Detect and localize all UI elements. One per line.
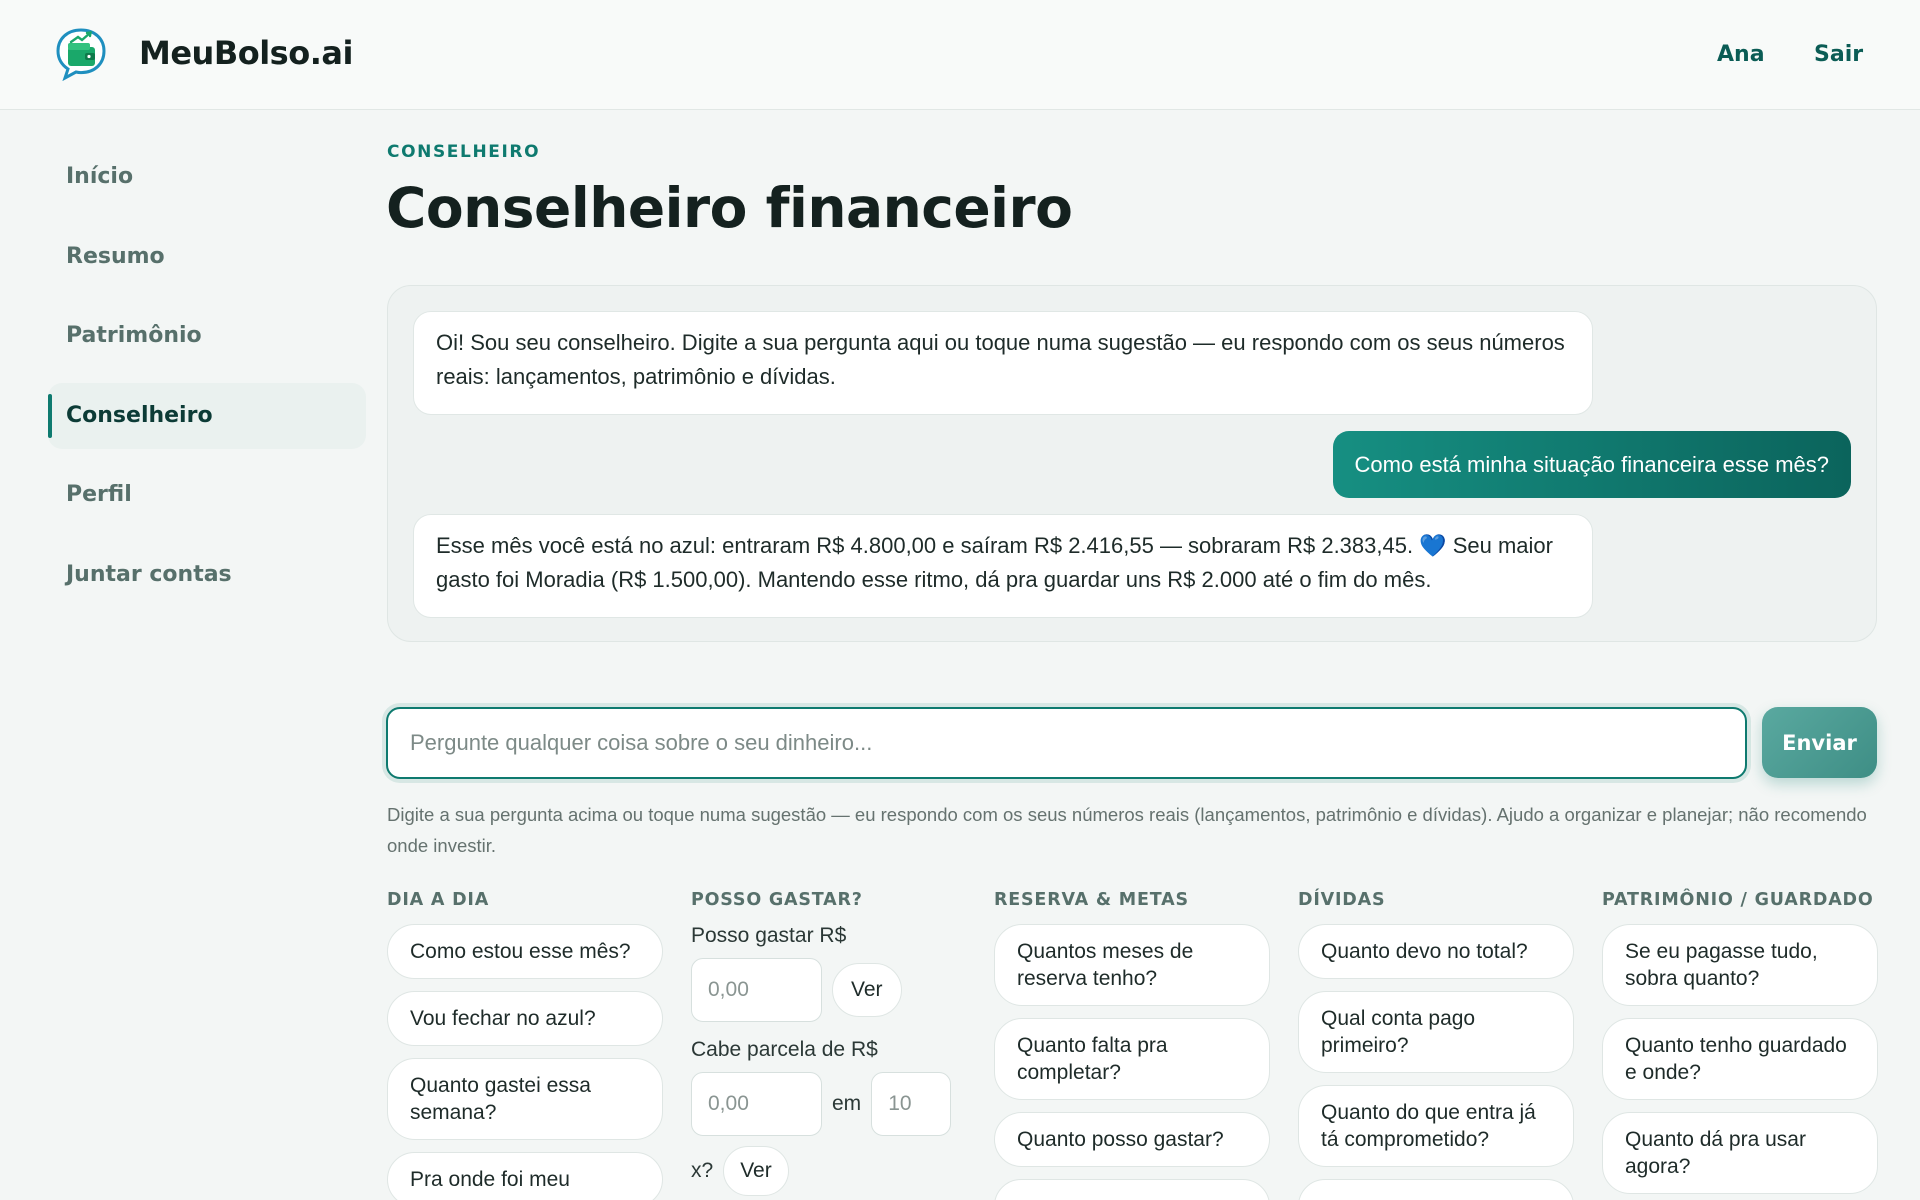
sidebar-item-patrimonio[interactable]: Patrimônio	[48, 303, 366, 369]
installment-amount-input[interactable]	[691, 1072, 822, 1136]
spend-check-button[interactable]: Ver	[832, 963, 902, 1017]
suggestion-chip[interactable]: Quanto posso gastar?	[994, 1112, 1270, 1167]
wallet-chat-logo-icon[interactable]	[54, 27, 108, 81]
x-label: x?	[691, 1159, 714, 1182]
page-title: Conselheiro financeiro	[386, 176, 1073, 240]
assistant-message: Esse mês você está no azul: entraram R$ …	[413, 514, 1593, 618]
suggestion-chip[interactable]: Vou fechar no azul?	[387, 991, 663, 1046]
sidebar-item-label: Resumo	[66, 243, 165, 269]
suggestion-chip[interactable]: Quanto dá pra usar agora?	[1602, 1112, 1878, 1194]
sidebar-item-label: Juntar contas	[66, 561, 232, 587]
send-button[interactable]: Enviar	[1762, 707, 1877, 778]
spend-label: Posso gastar R$	[691, 924, 847, 947]
sidebar-item-conselheiro[interactable]: Conselheiro	[48, 382, 366, 449]
help-text: Digite a sua pergunta acima ou toque num…	[387, 804, 1867, 856]
user-link[interactable]: Ana	[1717, 42, 1765, 67]
sidebar-item-label: Início	[66, 164, 134, 189]
suggestion-chip[interactable]: Quanto gastei essa semana?	[387, 1058, 663, 1140]
suggestions-dividas: DÍVIDAS Quanto devo no total? Qual conta…	[1298, 890, 1574, 1200]
suggestion-chip[interactable]	[1298, 1179, 1574, 1200]
suggestion-group-title: DIA A DIA	[387, 890, 490, 910]
suggestions-posso-gastar: POSSO GASTAR? Posso gastar R$ Ver Cabe p…	[691, 890, 967, 1200]
suggestion-chip[interactable]: Quanto tenho guardado e onde?	[1602, 1018, 1878, 1100]
suggestions-patrimonio: PATRIMÔNIO / GUARDADO Se eu pagasse tudo…	[1602, 890, 1878, 1200]
sidebar-item-label: Patrimônio	[66, 323, 202, 348]
suggestion-group-title: POSSO GASTAR?	[691, 890, 863, 910]
sidebar-item-inicio[interactable]: Início	[48, 144, 366, 210]
sidebar-item-perfil[interactable]: Perfil	[48, 462, 366, 528]
message-text: Esse mês você está no azul: entraram R$ …	[436, 533, 1414, 558]
installment-submit-row: x? Ver	[691, 1146, 967, 1196]
suggestions-dia-a-dia: DIA A DIA Como estou esse mês? Vou fecha…	[387, 890, 663, 1200]
installment-count-input[interactable]	[871, 1072, 952, 1136]
page-eyebrow: CONSELHEIRO	[387, 142, 541, 162]
spend-row: Ver	[691, 958, 967, 1022]
sidebar-item-resumo[interactable]: Resumo	[48, 224, 366, 290]
suggestion-group-title: DÍVIDAS	[1298, 890, 1386, 910]
suggestion-chip[interactable]: Quantos meses de reserva tenho?	[994, 924, 1270, 1006]
suggestions-reserva: RESERVA & METAS Quantos meses de reserva…	[994, 890, 1270, 1200]
suggestion-group-title: RESERVA & METAS	[994, 890, 1189, 910]
ask-input[interactable]	[386, 707, 1747, 779]
suggestion-chip[interactable]: Quanto falta pra completar?	[994, 1018, 1270, 1100]
assistant-message: Oi! Sou seu conselheiro. Digite a sua pe…	[413, 311, 1593, 415]
sidebar-item-label: Perfil	[66, 482, 132, 507]
suggestion-chip[interactable]: Se eu pagasse tudo, sobra quanto?	[1602, 924, 1878, 1006]
spend-amount-input[interactable]	[691, 958, 822, 1022]
top-bar: MeuBolso.ai Ana Sair	[0, 0, 1920, 110]
user-message: Como está minha situação financeira esse…	[1332, 431, 1851, 498]
suggestion-chip[interactable]: Pra onde foi meu	[387, 1152, 663, 1200]
suggestion-chip[interactable]: Qual conta pago primeiro?	[1298, 991, 1574, 1073]
suggestion-chip[interactable]: Quanto devo no total?	[1298, 924, 1574, 979]
sidebar-item-juntar-contas[interactable]: Juntar contas	[48, 542, 366, 608]
logout-link[interactable]: Sair	[1814, 42, 1863, 67]
blue-heart-icon: 💙	[1419, 533, 1447, 558]
suggestion-chip[interactable]: Quanto do que entra já tá comprometido?	[1298, 1085, 1574, 1167]
chat-panel: Oi! Sou seu conselheiro. Digite a sua pe…	[387, 285, 1877, 642]
installment-check-button[interactable]: Ver	[723, 1146, 789, 1196]
brand-name[interactable]: MeuBolso.ai	[139, 34, 353, 72]
sidebar-nav: Início Resumo Patrimônio Conselheiro Per…	[48, 144, 366, 621]
suggestion-group-title: PATRIMÔNIO / GUARDADO	[1602, 890, 1874, 910]
installment-row: em	[691, 1072, 967, 1136]
installment-label: Cabe parcela de R$	[691, 1038, 878, 1061]
em-label: em	[832, 1092, 862, 1115]
suggestion-chip[interactable]: Como estou esse mês?	[387, 924, 663, 979]
suggestion-chip[interactable]	[994, 1179, 1270, 1200]
sidebar-item-label: Conselheiro	[66, 402, 213, 428]
